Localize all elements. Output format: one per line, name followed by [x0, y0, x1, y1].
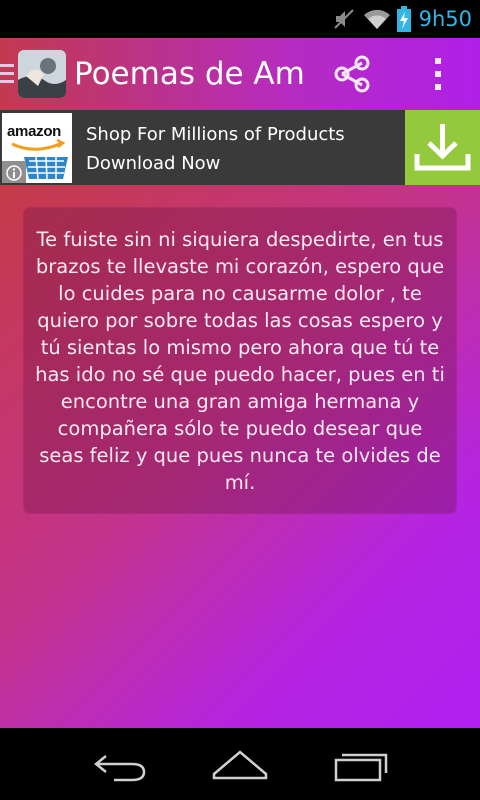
info-icon[interactable]: [6, 165, 22, 183]
ad-headline: Shop For Millions of Products: [86, 124, 345, 145]
status-icons: 9h50: [333, 0, 472, 38]
ad-text[interactable]: Shop For Millions of Products Download N…: [86, 120, 396, 178]
app-title: Poemas de Ami: [74, 56, 304, 92]
wifi-icon: [363, 7, 391, 31]
mute-icon: [333, 7, 355, 31]
overflow-menu-icon[interactable]: [424, 54, 452, 94]
main-content: Te fuiste sin ni siquiera despedirte, en…: [0, 185, 480, 728]
status-bar: 9h50: [0, 0, 480, 38]
status-time: 9h50: [418, 7, 472, 31]
battery-charging-icon: [396, 6, 411, 32]
poem-card: Te fuiste sin ni siquiera despedirte, en…: [24, 208, 456, 513]
ad-download-button[interactable]: [405, 110, 480, 185]
navigation-bar: [0, 728, 480, 800]
app-logo[interactable]: [18, 50, 66, 98]
share-icon[interactable]: [330, 54, 374, 94]
drawer-icon[interactable]: [0, 64, 16, 84]
action-bar: Poemas de Ami: [0, 38, 480, 110]
ad-banner[interactable]: amazon Shop For Millions of Products Dow…: [0, 110, 480, 185]
amazon-app-logo[interactable]: amazon: [2, 113, 72, 183]
recent-apps-icon[interactable]: [332, 746, 396, 786]
poem-text: Te fuiste sin ni siquiera despedirte, en…: [35, 228, 445, 494]
back-icon[interactable]: [88, 746, 152, 786]
ad-subline: Download Now: [86, 153, 221, 174]
home-icon[interactable]: [208, 746, 272, 786]
